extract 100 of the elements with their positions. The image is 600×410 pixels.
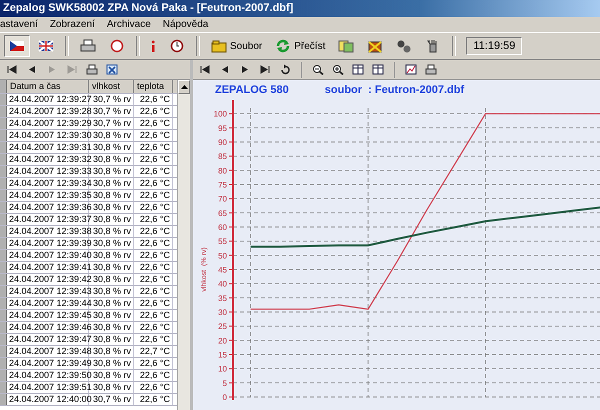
row-header[interactable] bbox=[0, 238, 7, 249]
clock-icon bbox=[169, 39, 185, 53]
toolbar-button[interactable] bbox=[4, 35, 30, 57]
row-header[interactable] bbox=[0, 190, 7, 201]
table-cell: 24.04.2007 12:39:49 bbox=[7, 358, 89, 369]
row-header[interactable] bbox=[0, 202, 7, 213]
y-tick-label: 30 bbox=[218, 308, 227, 317]
info-icon bbox=[151, 39, 156, 53]
grid-icon bbox=[352, 64, 364, 75]
box-icon bbox=[367, 39, 384, 53]
row-header[interactable] bbox=[0, 334, 7, 345]
table-cell: 24.04.2007 12:39:43 bbox=[7, 286, 89, 297]
y-tick-label: 45 bbox=[218, 266, 227, 274]
row-header[interactable] bbox=[0, 166, 7, 177]
toolbar-button[interactable] bbox=[423, 62, 439, 78]
row-header[interactable] bbox=[0, 154, 7, 165]
table-cell: 24.04.2007 12:40:00 bbox=[7, 394, 89, 405]
table-cell: 22,6 °C bbox=[134, 250, 173, 261]
y-tick-label: 15 bbox=[218, 350, 227, 360]
y-tick-label: 95 bbox=[218, 124, 227, 133]
refresh-icon bbox=[279, 64, 291, 75]
scroll-up-button[interactable] bbox=[178, 80, 190, 94]
table-cell: 22,6 °C bbox=[134, 166, 173, 177]
grid-icon bbox=[372, 64, 384, 75]
y-tick-label: 65 bbox=[218, 208, 227, 218]
toolbar-button[interactable] bbox=[350, 62, 366, 78]
row-header[interactable] bbox=[0, 94, 7, 105]
toolbar-button[interactable] bbox=[403, 62, 419, 78]
table-cell: 22,6 °C bbox=[134, 262, 173, 273]
zoom-in-icon bbox=[332, 64, 344, 75]
table-cell: 22,6 °C bbox=[134, 274, 173, 285]
table-cell: 22,6 °C bbox=[134, 382, 173, 393]
table-cell: 24.04.2007 12:39:40 bbox=[7, 250, 89, 261]
refresh-icon bbox=[275, 39, 292, 53]
y-tick-label: 100 bbox=[214, 110, 227, 119]
y-tick-label: 55 bbox=[218, 237, 227, 246]
table-cell: 22,7 °C bbox=[134, 346, 173, 357]
folder-icon bbox=[211, 39, 227, 53]
scrollbar[interactable] bbox=[177, 80, 190, 410]
row-header[interactable] bbox=[0, 178, 7, 189]
y-tick-label: 90 bbox=[218, 138, 227, 147]
circle-icon bbox=[109, 39, 125, 53]
table-cell: 24.04.2007 12:39:29 bbox=[7, 118, 89, 129]
menu-item[interactable]: Archivace bbox=[106, 17, 151, 32]
printer-icon bbox=[80, 39, 96, 53]
spreadsheet-icon bbox=[106, 64, 118, 75]
menu-item[interactable]: Nápověda bbox=[162, 17, 208, 32]
row-header[interactable] bbox=[0, 142, 7, 153]
table-cell: 24.04.2007 12:39:30 bbox=[7, 130, 89, 141]
table-cell: 24.04.2007 12:39:50 bbox=[7, 370, 89, 381]
menu-item[interactable]: Zobrazení bbox=[50, 17, 95, 32]
row-header[interactable] bbox=[0, 262, 7, 273]
table-cell: 24.04.2007 12:39:27 bbox=[7, 94, 89, 105]
documents-icon bbox=[338, 39, 354, 53]
table-cell: 24.04.2007 12:39:48 bbox=[7, 346, 89, 357]
row-header[interactable] bbox=[0, 322, 7, 333]
row-header[interactable] bbox=[0, 382, 7, 393]
up-arrow-icon bbox=[180, 85, 188, 89]
column-header[interactable]: vlhkost bbox=[89, 80, 134, 93]
window-title: Zepalog SWK58002 ZPA Nová Paka - [Feutron-2007.dbf] bbox=[0, 0, 600, 17]
table-cell: 22,6 °C bbox=[134, 394, 173, 405]
row-header[interactable] bbox=[0, 130, 7, 141]
table-cell: 24.04.2007 12:39:34 bbox=[7, 178, 89, 189]
toolbar-button[interactable] bbox=[370, 62, 386, 78]
printer-icon bbox=[425, 64, 437, 75]
row-header[interactable] bbox=[0, 298, 7, 309]
row-header[interactable] bbox=[0, 358, 7, 369]
table-cell: 24.04.2007 12:39:33 bbox=[7, 166, 89, 177]
menu-item[interactable]: astavení bbox=[0, 17, 38, 32]
row-header[interactable] bbox=[0, 310, 7, 321]
flag-icon bbox=[38, 39, 54, 53]
row-header[interactable] bbox=[0, 250, 7, 261]
row-header[interactable] bbox=[0, 118, 7, 129]
row-header[interactable] bbox=[0, 394, 7, 405]
chart-icon bbox=[405, 64, 417, 75]
table-cell: 24.04.2007 12:39:36 bbox=[7, 202, 89, 213]
row-header[interactable] bbox=[0, 346, 7, 357]
row-header[interactable] bbox=[0, 286, 7, 297]
table-cell: 22,6 °C bbox=[134, 322, 173, 333]
column-header[interactable]: Datum a čas bbox=[7, 80, 89, 93]
table-cell: 24.04.2007 12:39:32 bbox=[7, 154, 89, 165]
row-header[interactable] bbox=[0, 214, 7, 225]
row-header[interactable] bbox=[0, 274, 7, 285]
toolbar-button[interactable] bbox=[84, 62, 100, 78]
skip-last-icon bbox=[259, 64, 271, 75]
y-tick-label: 40 bbox=[218, 280, 227, 289]
y-tick-label: 25 bbox=[218, 322, 227, 332]
table-cell: 22,6 °C bbox=[134, 142, 173, 153]
table-cell: 24.04.2007 12:39:35 bbox=[7, 190, 89, 201]
file-label: soubor : Feutron-2007.dbf bbox=[324, 84, 464, 96]
toolbar-button[interactable] bbox=[104, 62, 120, 78]
column-header[interactable]: teplota bbox=[134, 80, 173, 93]
row-header[interactable] bbox=[0, 370, 7, 381]
y-tick-label: 70 bbox=[218, 194, 227, 204]
y-tick-label: 35 bbox=[218, 294, 227, 303]
row-header[interactable] bbox=[0, 106, 7, 117]
table-cell: 22,6 °C bbox=[134, 334, 173, 345]
table-cell: 24.04.2007 12:39:28 bbox=[7, 106, 89, 117]
table-cell: 24.04.2007 12:39:42 bbox=[7, 274, 89, 285]
row-header[interactable] bbox=[0, 226, 7, 237]
